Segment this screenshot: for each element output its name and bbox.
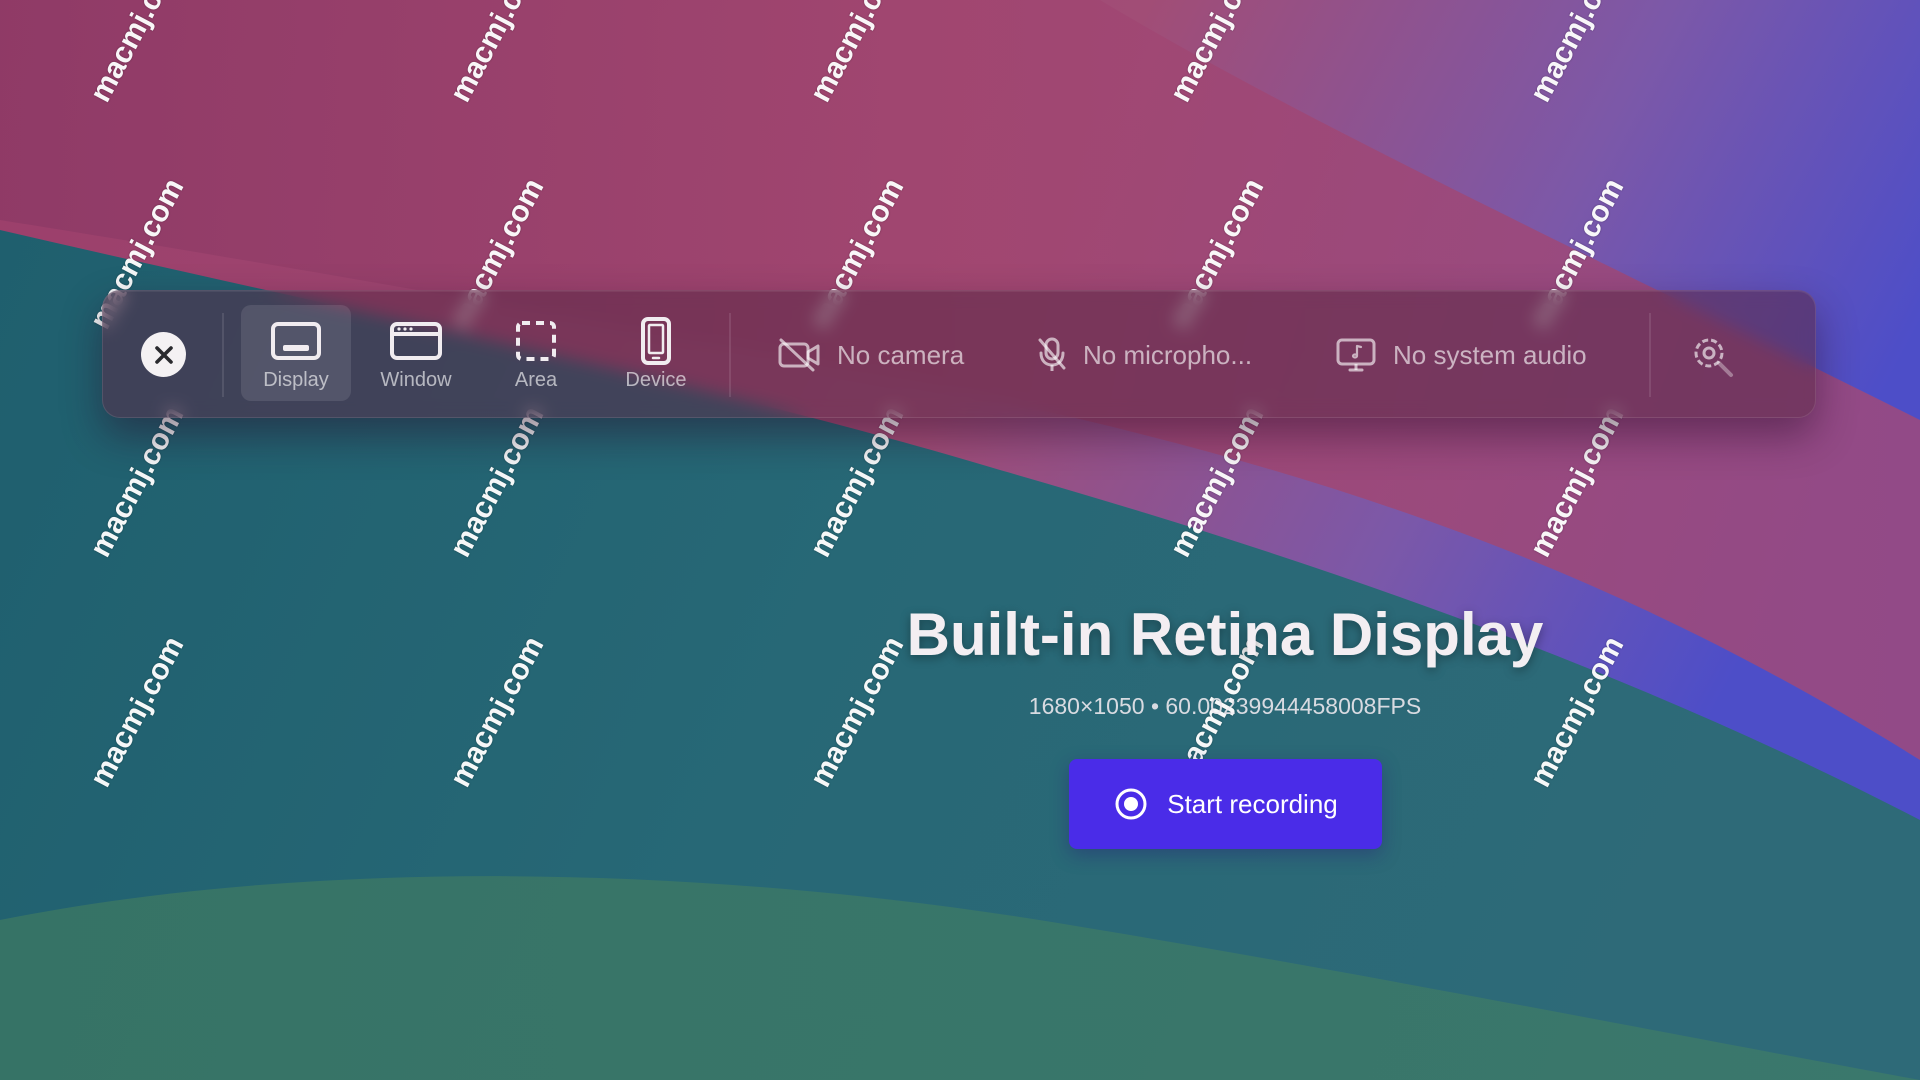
microphone-off-icon: [1038, 337, 1066, 371]
mode-device-label: Device: [625, 369, 687, 391]
mode-window-button[interactable]: Window: [361, 305, 471, 401]
display-icon: [271, 322, 321, 360]
microphone-source-label: No micropho...: [1083, 339, 1253, 370]
window-icon: [390, 322, 442, 360]
camera-source-label: No camera: [837, 339, 965, 370]
display-title: Built-in Retina Display: [906, 601, 1544, 668]
mode-display-button[interactable]: Display: [241, 305, 351, 401]
mode-area-label: Area: [514, 369, 558, 391]
toolbar-divider: [1649, 313, 1651, 397]
mode-window-label: Window: [380, 369, 452, 391]
mode-device-button[interactable]: Device: [601, 305, 711, 401]
start-recording-button[interactable]: Start recording: [1069, 759, 1382, 849]
camera-source-button[interactable]: No camera: [777, 327, 964, 383]
start-recording-label: Start recording: [1167, 788, 1338, 819]
system-audio-source-button[interactable]: No system audio: [1335, 327, 1587, 383]
mode-area-button[interactable]: Area: [481, 305, 591, 401]
wallpaper: [0, 0, 1920, 1080]
recording-toolbar: Display Window Area Device No camera No …: [102, 290, 1816, 418]
system-audio-source-label: No system audio: [1393, 339, 1587, 370]
mode-display-label: Display: [263, 369, 329, 391]
toolbar-divider: [729, 313, 731, 397]
settings-button[interactable]: [1683, 327, 1739, 383]
close-icon: [154, 345, 173, 364]
close-button[interactable]: [141, 332, 186, 377]
phone-device-icon: [641, 317, 671, 365]
display-resolution-info: 1680×1050 • 60.00239944458008FPS: [1028, 693, 1422, 719]
record-icon: [1115, 788, 1147, 820]
toolbar-divider: [222, 313, 224, 397]
settings-gear-icon: [1694, 338, 1733, 377]
area-selection-icon: [516, 321, 556, 361]
camera-off-icon: [778, 338, 820, 372]
system-audio-icon: [1336, 338, 1376, 372]
desktop: macmj.com macmj.com macmj.com macmj.com …: [0, 0, 1920, 1080]
microphone-source-button[interactable]: No micropho...: [1037, 327, 1252, 383]
